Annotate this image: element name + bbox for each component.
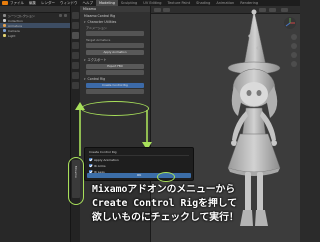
scene-collection-icon: [3, 14, 6, 17]
target-armature-field[interactable]: [86, 43, 144, 48]
ok-button[interactable]: OK: [87, 173, 191, 178]
section-label: Character Utilities: [87, 20, 117, 24]
outliner-row-label: Armature: [8, 23, 23, 28]
outliner-header: [0, 6, 70, 13]
outliner-panel: シーンコレクション Collection Armature Camera Lig…: [0, 6, 71, 242]
checkbox-checked-icon[interactable]: [89, 164, 92, 167]
ok-button-label: OK: [136, 173, 142, 177]
caption-line-2: Create Control Rigを押して: [92, 198, 238, 209]
highlight-ring-create-button: [81, 101, 149, 116]
caption-line-3: 欲しいものにチェックして実行！: [92, 212, 239, 223]
collection-icon: [3, 19, 6, 22]
create-control-rig-dialog: Create Control Rig Apply Animation IK Ar…: [84, 147, 194, 181]
section-label: エクスポート: [87, 58, 107, 62]
caption-text: Mixamoアドオンのメニューから Create Control Rigを押して…: [92, 183, 239, 225]
view-menu-icon[interactable]: [163, 7, 170, 12]
chevron-down-icon: ▾: [84, 20, 86, 24]
camera-icon: [3, 29, 6, 32]
chevron-down-icon: ▾: [84, 57, 86, 62]
filter-icon[interactable]: [59, 14, 62, 17]
highlight-ring-mixamo-tab: [68, 157, 84, 205]
dialog-title: Create Control Rig: [89, 150, 117, 154]
output-icon[interactable]: [72, 32, 79, 39]
export-fbx-button[interactable]: Export FBX: [86, 64, 144, 69]
view-mode-icon[interactable]: [154, 7, 161, 12]
create-control-rig-button[interactable]: Create Control Rig: [86, 83, 144, 88]
section-export[interactable]: ▾ エクスポート: [80, 55, 150, 63]
outliner-row-label: Collection: [8, 18, 23, 23]
armature-icon: [3, 24, 6, 27]
view-layer-icon[interactable]: [72, 42, 79, 49]
outliner-row[interactable]: Light: [0, 33, 70, 38]
eye-icon[interactable]: [64, 14, 67, 17]
control-rig-option-field[interactable]: [86, 89, 144, 94]
section-label: Control Rig: [87, 77, 106, 81]
outliner-filters: [59, 14, 67, 17]
outliner-row-label: Camera: [8, 28, 20, 33]
light-icon: [3, 34, 6, 37]
option-label: IK Arms: [94, 163, 106, 168]
option-label: Apply Animation: [94, 157, 119, 162]
chevron-down-icon: ▾: [84, 77, 86, 81]
checkbox-checked-icon[interactable]: [89, 158, 92, 161]
object-icon[interactable]: [72, 72, 79, 79]
outliner-row-label: Light: [8, 33, 16, 38]
target-armature-label: Target Armature: [86, 38, 111, 42]
section-control-rig[interactable]: ▾ Control Rig: [80, 75, 150, 81]
caption-line-1: Mixamoアドオンのメニューから: [92, 184, 236, 195]
blender-logo-icon[interactable]: [2, 1, 8, 5]
animation-label: アニメーション: [86, 26, 107, 30]
modifier-icon[interactable]: [72, 82, 79, 89]
outliner-row-label: シーンコレクション: [8, 13, 35, 18]
world-icon[interactable]: [72, 62, 79, 69]
tool-icon[interactable]: [72, 12, 79, 19]
render-icon[interactable]: [72, 22, 79, 29]
highlight-ring-ok-button: [157, 172, 175, 182]
scene-icon[interactable]: [72, 52, 79, 59]
down-arrow-icon: [142, 110, 152, 150]
